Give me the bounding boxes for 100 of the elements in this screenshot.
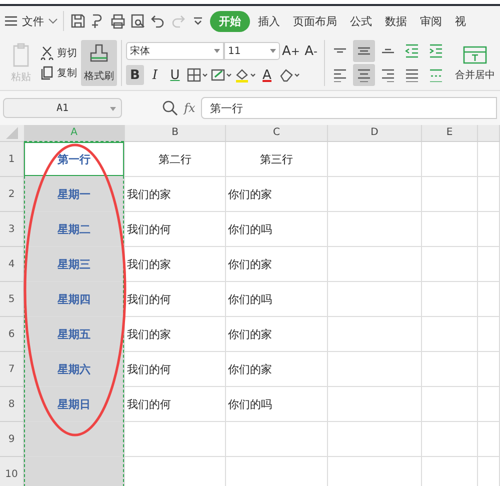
bold-button[interactable]: B (126, 65, 144, 85)
table-cell: 我们的家 (125, 317, 226, 352)
border-icon (186, 67, 208, 83)
copy-icon (40, 66, 54, 80)
table-cell: 星期六 (24, 352, 125, 387)
table-cell: 我们的何 (125, 212, 226, 247)
row-header[interactable]: 2 (0, 177, 24, 212)
formula-field[interactable]: 第一行 (201, 97, 497, 119)
dropdown-arrow-icon (214, 49, 220, 53)
row-header[interactable]: 3 (0, 212, 24, 247)
table-cell: 星期五 (24, 317, 125, 352)
table-cell (422, 247, 478, 282)
table-cell (478, 352, 500, 387)
table-cell: 我们的家 (125, 247, 226, 282)
table-cell: 我们的何 (125, 282, 226, 317)
table-cell (422, 352, 478, 387)
column-header[interactable]: E (422, 125, 478, 141)
table-cell: 星期二 (24, 212, 125, 247)
table-cell: 星期日 (24, 387, 125, 422)
ribbon-tab[interactable]: 插入 (253, 10, 285, 32)
cut-button[interactable]: 剪切 (40, 46, 77, 60)
menu-icon (4, 15, 18, 27)
dropdown-arrow-icon (270, 49, 276, 53)
table-cell: 第一行 (24, 142, 125, 177)
table-cell (422, 387, 478, 422)
font-size-dropdown[interactable]: 11 (224, 42, 280, 60)
column-header[interactable]: B (125, 125, 226, 141)
preview-icon[interactable] (129, 12, 147, 30)
table-cell: 我们的何 (125, 352, 226, 387)
align-indent-icon (429, 44, 443, 58)
table-cell: 星期三 (24, 247, 125, 282)
table-cell: 星期一 (24, 177, 125, 212)
file-menu[interactable]: 文件 (4, 14, 58, 28)
table-cell: 我们的家 (125, 177, 226, 212)
align-middle-button[interactable] (353, 40, 375, 62)
align-top-icon (333, 48, 347, 54)
merge-cells-icon (462, 44, 488, 64)
align-bottom-icon (381, 48, 395, 54)
table-cell: 我们的何 (125, 387, 226, 422)
table-cell (422, 422, 478, 457)
row-header[interactable]: 5 (0, 282, 24, 317)
row-header[interactable]: 7 (0, 352, 24, 387)
table-cell (478, 282, 500, 317)
align-distribute-icon (429, 68, 443, 82)
ribbon-tab[interactable]: 审阅 (415, 10, 447, 32)
align-justify-icon (405, 68, 419, 82)
ribbon-tab[interactable]: 数据 (380, 10, 412, 32)
column-header[interactable]: D (328, 125, 422, 141)
ribbon-tab[interactable]: 视 (450, 10, 471, 32)
fill-icon (234, 67, 256, 83)
table-cell (478, 387, 500, 422)
dropdown-arrow-icon (110, 107, 116, 111)
table-cell: 你们的吗 (226, 212, 328, 247)
font-color-button[interactable]: A (258, 65, 276, 85)
table-cell: 第二行 (125, 142, 226, 177)
merge-center-button[interactable]: 合并居中 (455, 44, 495, 82)
table-cell (422, 317, 478, 352)
clear-icon (278, 67, 300, 83)
format-painter-button[interactable]: 格式刷 (81, 40, 117, 86)
align-left-icon (333, 68, 347, 82)
align-outdent-icon (405, 44, 419, 58)
print-icon[interactable] (109, 12, 127, 30)
table-cell: 你们的吗 (226, 387, 328, 422)
chevron-icon (48, 17, 58, 25)
table-cell (422, 212, 478, 247)
align-right-icon (381, 68, 395, 82)
table-cell: 星期四 (24, 282, 125, 317)
table-cell (478, 317, 500, 352)
scissors-icon (40, 46, 54, 60)
italic-button[interactable]: I (146, 65, 164, 85)
copy-button[interactable]: 复制 (40, 66, 77, 80)
table-cell (478, 212, 500, 247)
ribbon-tab[interactable]: 公式 (345, 10, 377, 32)
function-label[interactable]: fx (184, 101, 196, 115)
ribbon-tab[interactable]: 页面布局 (288, 10, 342, 32)
row-header[interactable]: 4 (0, 247, 24, 282)
row-header[interactable]: 6 (0, 317, 24, 352)
pattern-icon (210, 67, 232, 83)
row-header[interactable]: 8 (0, 387, 24, 422)
table-cell: 你们的家 (226, 247, 328, 282)
underline-button[interactable]: U (166, 65, 184, 85)
table-cell (478, 177, 500, 212)
table-cell (422, 177, 478, 212)
zoom-icon[interactable] (162, 100, 178, 116)
name-box[interactable]: A1 (3, 98, 122, 118)
table-cell: 第三行 (226, 142, 328, 177)
row-header[interactable]: 1 (0, 142, 24, 177)
table-cell: 你们的家 (226, 317, 328, 352)
table-cell (422, 282, 478, 317)
font-name-dropdown[interactable]: 宋体 (126, 42, 224, 60)
table-cell (478, 247, 500, 282)
table-cell: 你们的吗 (226, 282, 328, 317)
column-header[interactable]: C (226, 125, 328, 141)
row-header[interactable]: 10 (0, 457, 24, 486)
table-cell (478, 422, 500, 457)
align-center-button[interactable] (353, 64, 375, 86)
save-icon[interactable] (69, 12, 87, 30)
row-header[interactable]: 9 (0, 422, 24, 457)
table-cell: 你们的家 (226, 352, 328, 387)
table-cell: 你们的家 (226, 177, 328, 212)
